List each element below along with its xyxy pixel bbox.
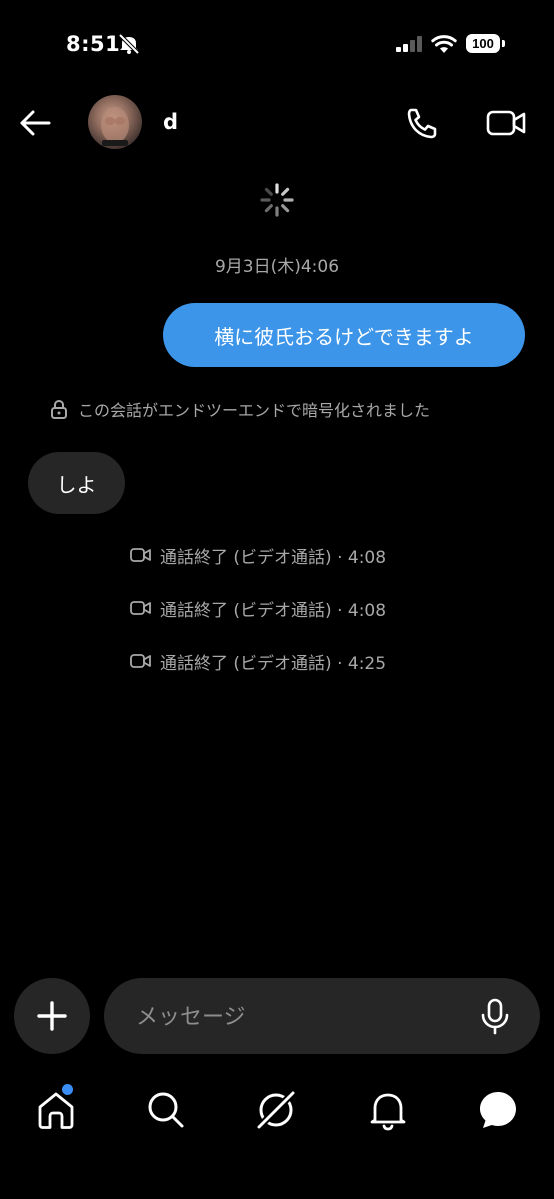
e2e-notice-text: この会話がエンドツーエンドで暗号化されました (78, 401, 431, 420)
video-call-icon (130, 548, 151, 562)
call-log-text: 通話終了 (ビデオ通話) · 4:08 (160, 547, 387, 568)
call-log-item[interactable]: 通話終了 (ビデオ通話) · 4:08 (130, 542, 530, 568)
avatar[interactable] (88, 95, 142, 149)
explore-icon (255, 1089, 297, 1131)
message-input[interactable] (134, 978, 468, 1056)
nav-home[interactable] (34, 1084, 78, 1132)
status-bar: 8:51 100 (0, 0, 554, 80)
battery-cap (502, 40, 505, 47)
nav-messages[interactable] (476, 1088, 520, 1132)
battery-level: 100 (466, 34, 500, 53)
add-attachment-button[interactable] (14, 978, 90, 1054)
message-composer (104, 978, 540, 1056)
bottom-navigation (0, 1080, 554, 1140)
video-call-icon (130, 601, 151, 615)
outgoing-message-text: 横に彼氏おるけどできますよ (214, 324, 474, 349)
contact-name[interactable]: d (163, 110, 178, 134)
phone-icon[interactable] (402, 105, 442, 141)
video-camera-icon[interactable] (484, 105, 528, 141)
status-time: 8:51 (66, 32, 121, 56)
video-call-icon (130, 654, 151, 668)
search-icon (148, 1092, 184, 1128)
e2e-encryption-notice[interactable]: この会話がエンドツーエンドで暗号化されました (50, 396, 520, 422)
loading-spinner-icon (260, 183, 294, 217)
back-arrow-icon[interactable] (18, 108, 52, 138)
nav-search[interactable] (144, 1088, 188, 1132)
home-icon (38, 1092, 74, 1129)
signal-icon (396, 36, 422, 52)
lock-icon (51, 399, 67, 419)
incoming-message-bubble[interactable]: しよ (28, 452, 125, 514)
plus-icon (37, 1001, 67, 1031)
outgoing-message-bubble[interactable]: 横に彼氏おるけどできますよ (163, 303, 525, 367)
messages-icon (480, 1092, 516, 1128)
notifications-icon (370, 1093, 406, 1131)
incoming-message-text: しよ (56, 472, 97, 497)
call-log-item[interactable]: 通話終了 (ビデオ通話) · 4:25 (130, 648, 530, 674)
nav-explore[interactable] (254, 1088, 298, 1132)
call-log-text: 通話終了 (ビデオ通話) · 4:25 (160, 653, 387, 674)
nav-notifications[interactable] (366, 1088, 410, 1132)
mute-bell-icon (118, 34, 140, 54)
call-log-text: 通話終了 (ビデオ通話) · 4:08 (160, 600, 387, 621)
chat-header: d (0, 88, 554, 158)
wifi-icon (431, 35, 457, 53)
date-label: 9月3日(木)4:06 (214, 257, 340, 277)
home-notification-dot (62, 1084, 73, 1095)
microphone-icon[interactable] (478, 998, 512, 1036)
call-log-item[interactable]: 通話終了 (ビデオ通話) · 4:08 (130, 595, 530, 621)
avatar-image (101, 107, 129, 146)
